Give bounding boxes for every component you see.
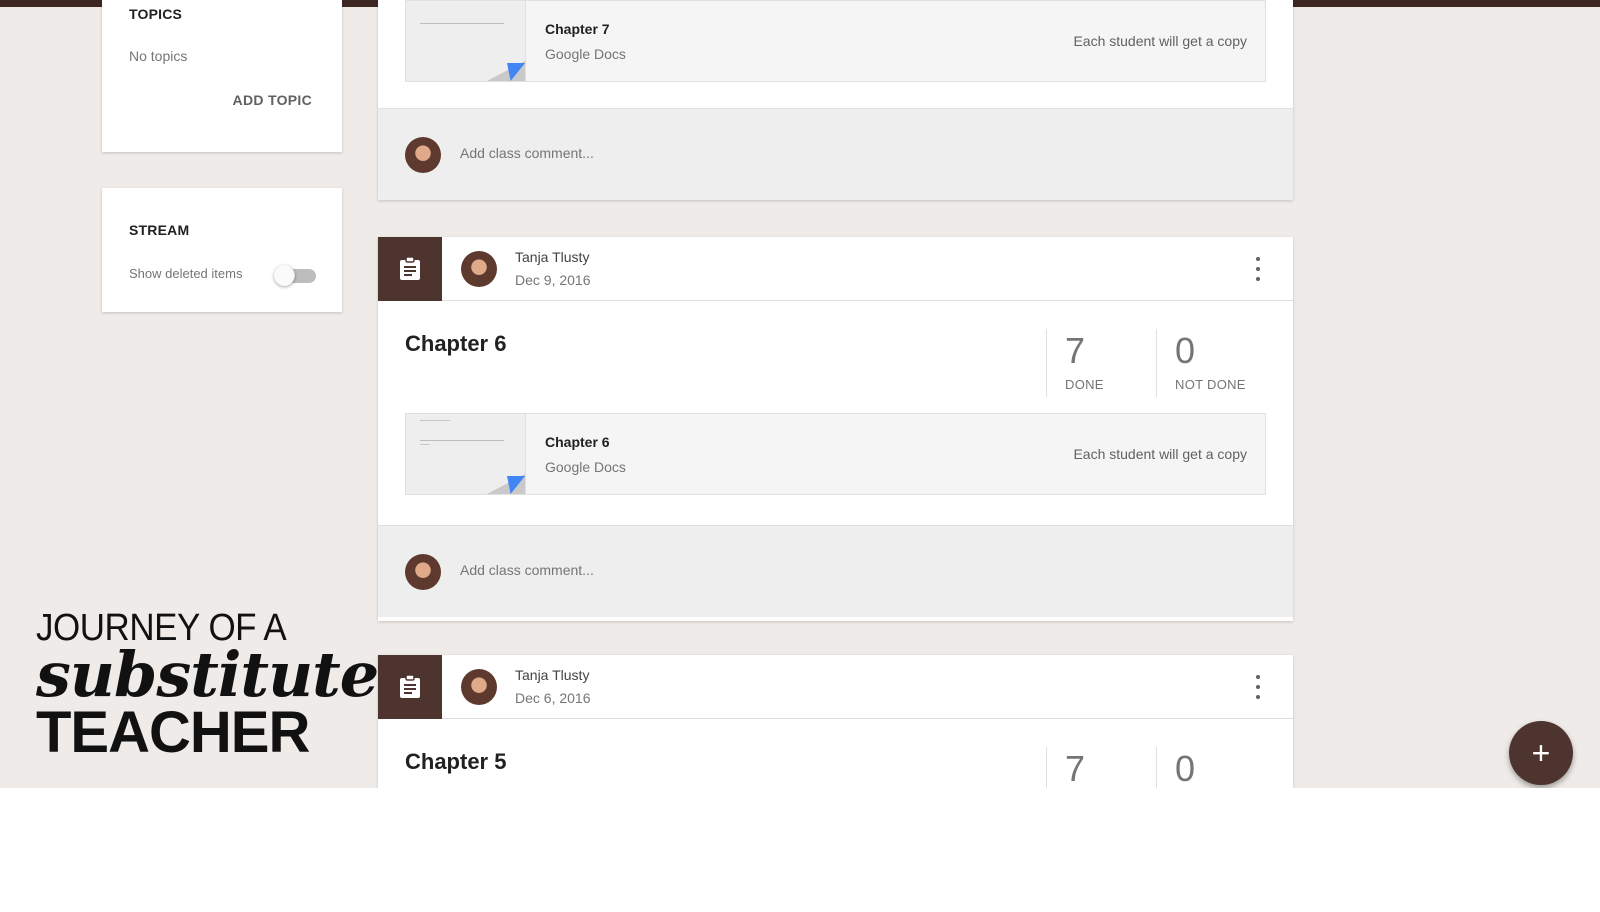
done-count: 7 [1065,748,1086,788]
more-vert-icon[interactable] [1253,257,1263,281]
avatar [405,137,441,173]
attachment-title: Chapter 6 [545,434,610,450]
attachment-copy-note: Each student will get a copy [1073,33,1247,49]
post-header: Tanja Tlusty Dec 6, 2016 [378,655,1293,719]
thumb-line [420,23,504,24]
topics-heading: TOPICS [129,6,183,22]
show-deleted-toggle[interactable] [274,264,316,286]
show-deleted-label: Show deleted items [129,266,243,281]
class-comment-input[interactable]: Add class comment... [460,145,594,161]
post-date: Dec 6, 2016 [515,690,591,706]
doc-thumbnail [406,1,526,81]
not-done-label: NOT DONE [1175,377,1246,392]
add-topic-button[interactable]: ADD TOPIC [233,92,312,108]
stream-card: STREAM Show deleted items [102,188,342,312]
stream-heading: STREAM [129,222,190,238]
doc-thumbnail [406,414,526,494]
topics-card: TOPICS No topics ADD TOPIC [102,0,342,152]
classroom-viewport: TOPICS No topics ADD TOPIC STREAM Show d… [0,0,1600,788]
comment-bar: Add class comment... [378,108,1293,200]
author-name: Tanja Tlusty [515,249,590,265]
more-vert-icon[interactable] [1253,675,1263,699]
no-topics-text: No topics [129,48,188,64]
post-header: Tanja Tlusty Dec 9, 2016 [378,237,1293,301]
not-done-count: 0 [1175,330,1196,371]
not-done-count: 0 [1175,748,1196,788]
plus-icon[interactable]: + [1509,721,1573,785]
attachment-subtitle: Google Docs [545,46,626,62]
post-title[interactable]: Chapter 6 [405,331,506,357]
logo-line-2: substitute [36,638,379,711]
thumb-line [420,444,430,445]
attachment-copy-note: Each student will get a copy [1073,446,1247,462]
post-card-chapter-7: Chapter 7 Google Docs Each student will … [378,0,1293,200]
post-date: Dec 9, 2016 [515,272,591,288]
done-stat[interactable]: 7 [1046,747,1156,788]
attachment-subtitle: Google Docs [545,459,626,475]
clipboard-icon [400,257,420,280]
journey-substitute-teacher-logo: JOURNEY OF A substitute TEACHER [36,607,379,765]
logo-line-1: JOURNEY OF A [36,607,287,649]
done-label: DONE [1065,377,1104,392]
logo-line-3: TEACHER [36,700,310,765]
author-avatar [461,669,497,705]
class-comment-input[interactable]: Add class comment... [460,562,594,578]
attachment-chapter-6[interactable]: Chapter 6 Google Docs Each student will … [405,413,1266,495]
assignment-type-badge [378,237,442,301]
toggle-thumb [274,265,295,286]
done-stat[interactable]: 7 DONE [1046,329,1156,397]
author-avatar [461,251,497,287]
clipboard-icon [400,675,420,698]
post-title[interactable]: Chapter 5 [405,749,506,775]
post-body: Chapter 5 7 0 [378,719,1293,788]
done-count: 7 [1065,330,1086,371]
thumb-line [420,440,504,441]
avatar [405,554,441,590]
comment-bar: Add class comment... [378,525,1293,617]
assignment-type-badge [378,655,442,719]
not-done-stat[interactable]: 0 NOT DONE [1156,329,1276,397]
post-card-chapter-5: Tanja Tlusty Dec 6, 2016 Chapter 5 7 0 [378,655,1293,788]
post-card-chapter-6: Tanja Tlusty Dec 9, 2016 Chapter 6 7 DON… [378,237,1293,621]
attachment-chapter-7[interactable]: Chapter 7 Google Docs Each student will … [405,0,1266,82]
thumb-line [420,420,450,421]
not-done-stat[interactable]: 0 [1156,747,1276,788]
attachment-title: Chapter 7 [545,21,610,37]
post-body: Chapter 6 7 DONE 0 NOT DONE Chapter 6 Go… [378,301,1293,521]
author-name: Tanja Tlusty [515,667,590,683]
